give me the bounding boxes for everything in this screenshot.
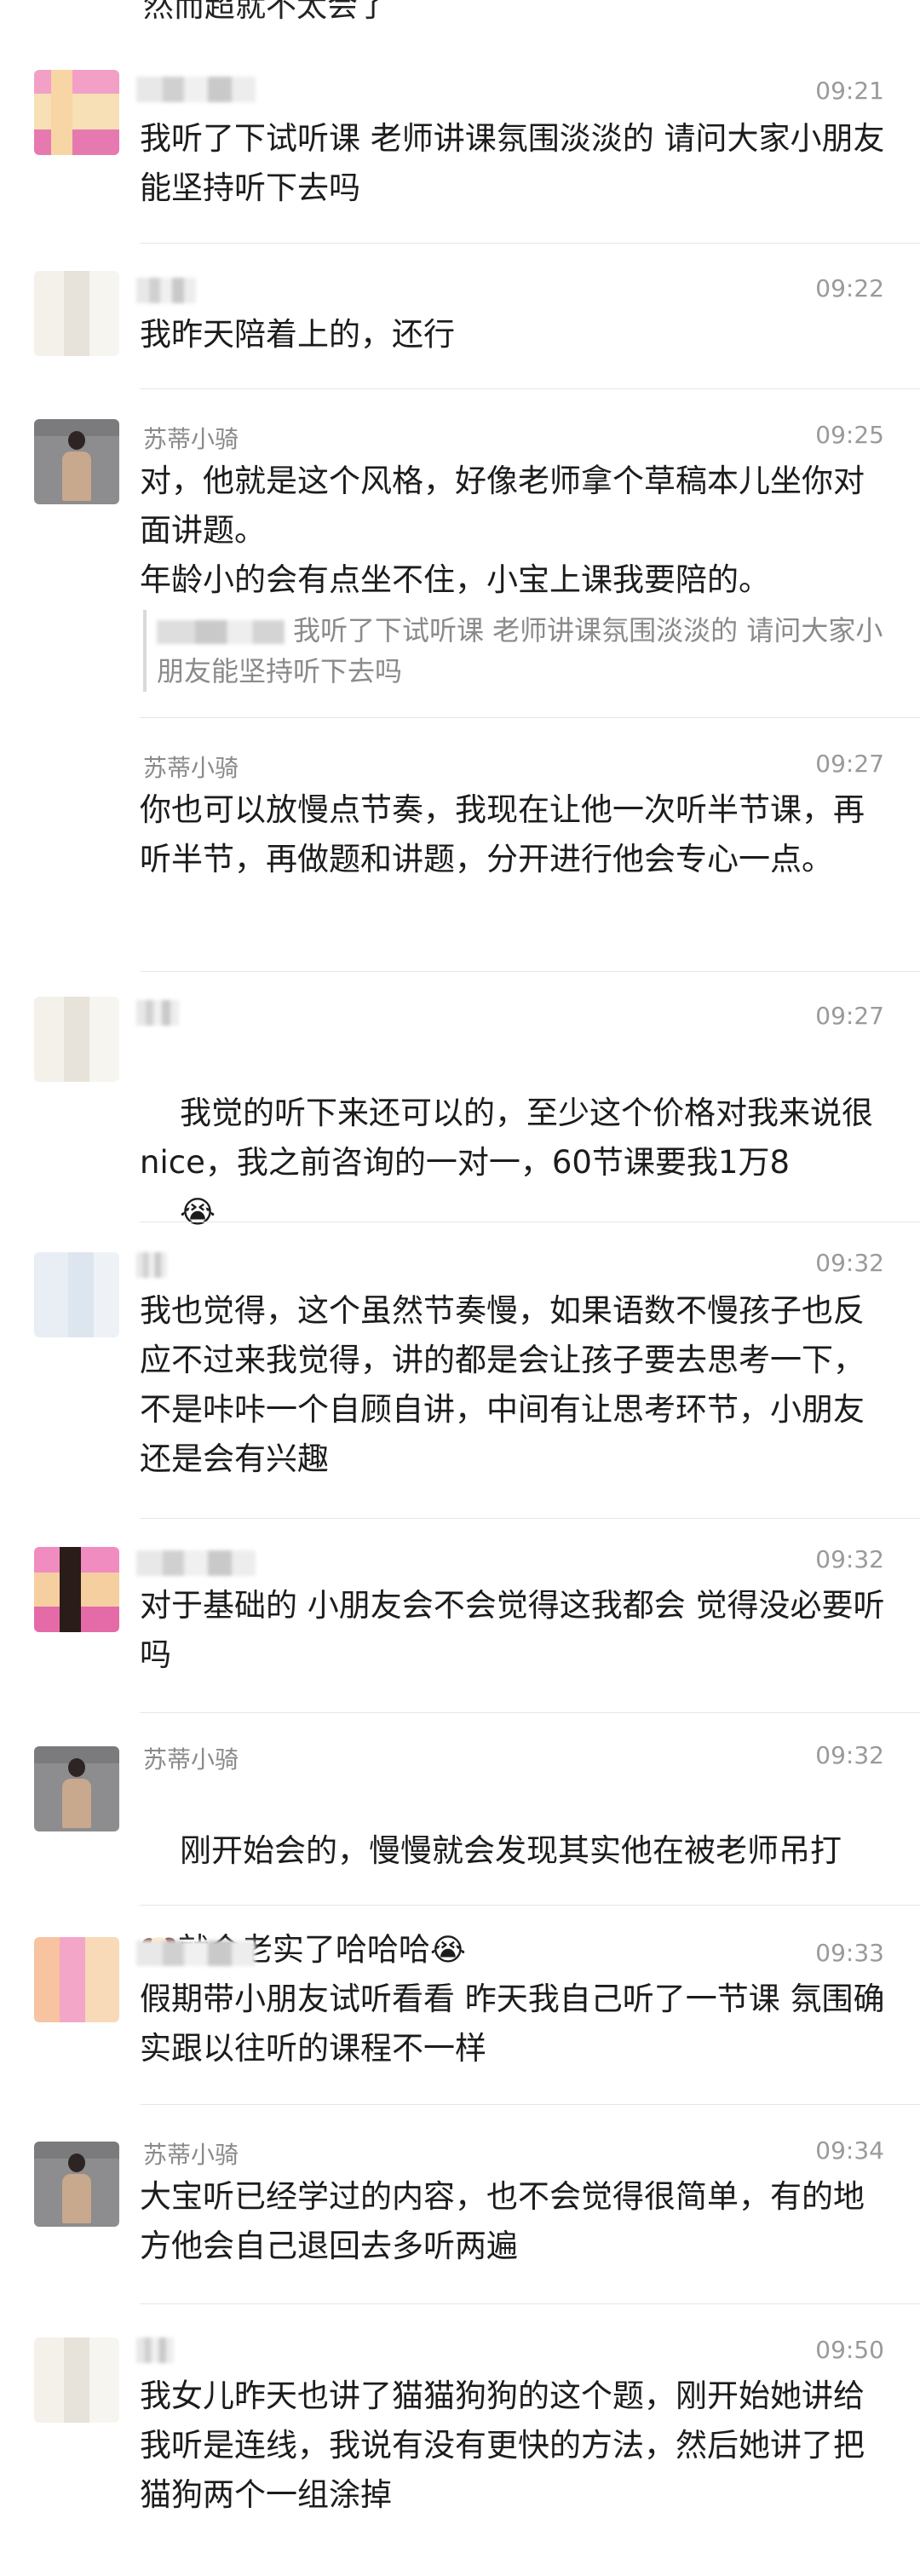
sender-name: 苏蒂小骑 — [143, 754, 239, 782]
avatar[interactable] — [34, 1937, 119, 2022]
message-time: 09:34 — [815, 2136, 884, 2165]
sender-name-blurred — [136, 1941, 256, 1966]
blurred-avatar-image — [34, 997, 119, 1082]
message-text: 我听了下试听课 老师讲课氛围淡淡的 请问大家小朋友能坚持听下去吗 — [140, 120, 885, 206]
message-time: 09:21 — [815, 77, 884, 105]
avatar[interactable] — [34, 1252, 119, 1337]
message-time: 09:33 — [815, 1939, 884, 1967]
message-time: 09:32 — [815, 1249, 884, 1277]
message-time: 09:32 — [815, 1741, 884, 1769]
crying-laughing-emoji-icon: 😭 — [180, 1195, 216, 1230]
avatar[interactable] — [34, 1547, 119, 1632]
message-text: 对，他就是这个风格，好像老师拿个草稿本儿坐你对面讲题。 年龄小的会有点坐不住，小… — [140, 463, 865, 598]
person-photo — [34, 419, 119, 504]
sender-name-blurred — [136, 2337, 174, 2363]
crying-laughing-emoji-icon: 😭 — [429, 1933, 466, 1968]
message-time: 09:22 — [815, 274, 884, 302]
blurred-avatar-image — [34, 70, 119, 155]
sender-name-blurred — [136, 1252, 167, 1278]
message-text: 你也可以放慢点节奏，我现在让他一次听半节课，再听半节，再做题和讲题，分开进行他会… — [140, 791, 865, 877]
avatar[interactable] — [34, 70, 119, 155]
blurred-avatar-image — [34, 1937, 119, 2022]
message-text: 我也觉得，这个虽然节奏慢，如果语数不慢孩子也反应不过来我觉得，讲的都是会让孩子要… — [140, 1292, 865, 1477]
sender-name-blurred — [136, 77, 256, 102]
message-time: 09:50 — [815, 2336, 884, 2364]
blurred-avatar-image — [34, 1252, 119, 1337]
divider — [140, 388, 920, 389]
message-text: 对于基础的 小朋友会不会觉得这我都会 觉得没必要听吗 — [140, 1587, 885, 1673]
sender-name-blurred — [136, 278, 196, 303]
sender-name-blurred — [136, 1550, 256, 1576]
sender-name-blurred — [136, 1000, 179, 1026]
message-text: 我觉的听下来还可以的，至少这个价格对我来说很nice，我之前咨询的一对一，60节… — [140, 1039, 889, 1287]
avatar[interactable] — [34, 271, 119, 356]
quoted-sender-blurred — [157, 620, 285, 644]
message-text-body: 刚开始会的，慢慢就会发现其实他在被老师吊打 — [180, 1832, 842, 1869]
sender-name: 苏蒂小骑 — [143, 2141, 239, 2169]
divider — [140, 2104, 920, 2105]
message-text: 我昨天陪着上的，还行 — [140, 316, 455, 353]
avatar[interactable] — [34, 2337, 119, 2423]
top-fragment: 然而超就不太会了 — [143, 0, 389, 24]
sender-name: 苏蒂小骑 — [143, 1745, 239, 1774]
message-time: 09:27 — [815, 750, 884, 778]
sender-name: 苏蒂小骑 — [143, 425, 239, 453]
message-time: 09:25 — [815, 421, 884, 449]
message-time: 09:32 — [815, 1545, 884, 1573]
divider — [140, 1712, 920, 1713]
divider — [140, 2303, 920, 2304]
message-text-body: 我觉的听下来还可以的，至少这个价格对我来说很nice，我之前咨询的一对一，60节… — [140, 1095, 874, 1181]
blurred-avatar-image — [34, 2337, 119, 2423]
person-photo — [34, 2142, 119, 2227]
avatar[interactable] — [34, 2142, 119, 2227]
message-text: 大宝听已经学过的内容，也不会觉得很简单，有的地方他会自己退回去多听两遍 — [140, 2178, 865, 2264]
message-text: 我女儿昨天也讲了猫猫狗狗的这个题，刚开始她讲给我听是连线，我说有没有更快的方法，… — [140, 2378, 865, 2513]
divider — [140, 243, 920, 244]
person-photo — [34, 1746, 119, 1831]
blurred-avatar-image — [34, 1547, 119, 1632]
message-time: 09:27 — [815, 1002, 884, 1030]
avatar[interactable] — [34, 1746, 119, 1831]
divider — [140, 1905, 920, 1906]
message-text: 假期带小朋友试听看看 昨天我自己听了一节课 氛围确实跟以往听的课程不一样 — [140, 1981, 885, 2067]
divider — [140, 1518, 920, 1519]
avatar[interactable] — [34, 997, 119, 1082]
avatar[interactable] — [34, 419, 119, 504]
divider — [140, 717, 920, 718]
divider — [140, 971, 920, 972]
quoted-reply[interactable]: 我听了下试听课 老师讲课氛围淡淡的 请问大家小朋友能坚持听下去吗 — [143, 610, 889, 692]
blurred-avatar-image — [34, 271, 119, 356]
